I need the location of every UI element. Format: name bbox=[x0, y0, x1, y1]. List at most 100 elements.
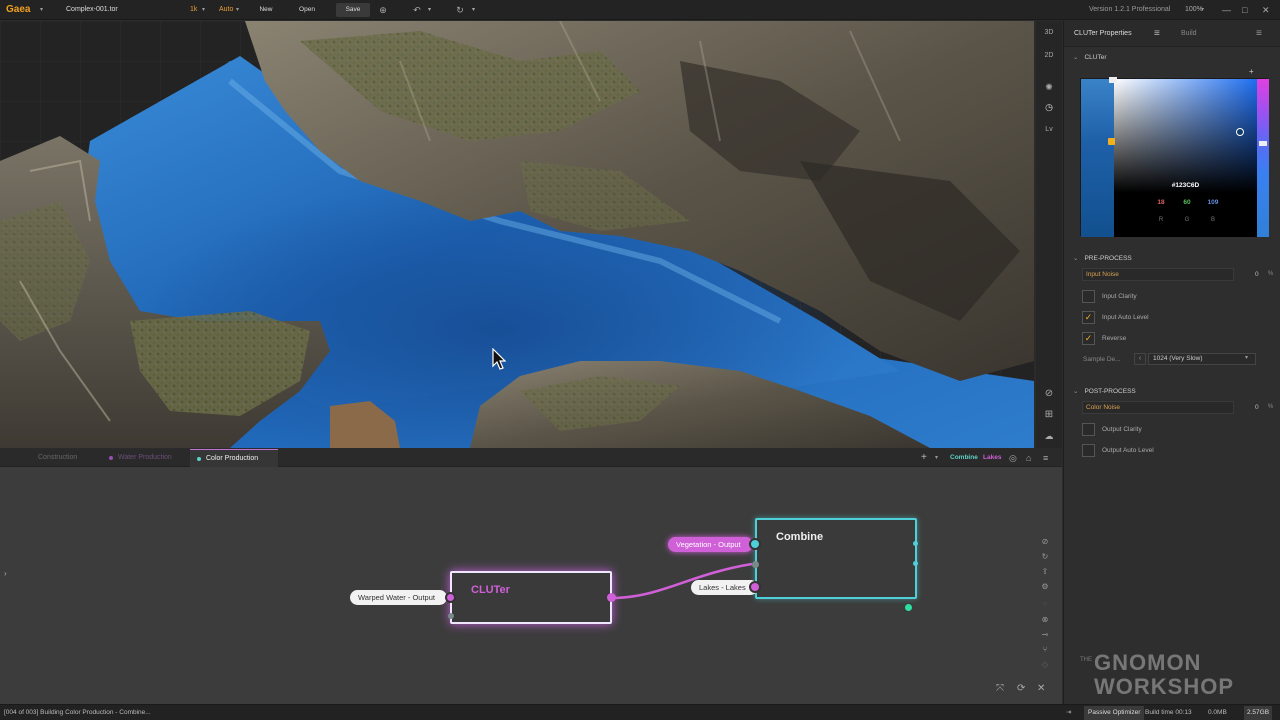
blue-value[interactable]: 109 bbox=[1203, 199, 1223, 206]
tab-water-production-label: Water Production bbox=[118, 454, 172, 461]
zoom-chevron-down-icon[interactable]: ▾ bbox=[1201, 0, 1204, 20]
sample-density-dropdown[interactable]: 1024 (Very Slow) bbox=[1148, 353, 1256, 365]
expand-sidebar-chevron-right-icon[interactable]: › bbox=[4, 569, 7, 578]
add-node-chevron-down-icon[interactable]: ▾ bbox=[935, 449, 938, 467]
collapse-icon[interactable]: ✕ bbox=[1037, 683, 1045, 694]
green-value[interactable]: 60 bbox=[1177, 199, 1197, 206]
lakes-input-pill[interactable]: Lakes - Lakes bbox=[691, 580, 758, 595]
export-icon[interactable]: ⇪ bbox=[1039, 567, 1051, 576]
minimize-icon[interactable]: — bbox=[1222, 0, 1231, 20]
lock-icon[interactable]: ○ bbox=[1039, 599, 1051, 608]
input-auto-level-checkbox[interactable]: ✓ bbox=[1082, 311, 1095, 324]
cluter-node[interactable] bbox=[450, 571, 612, 624]
redo-icon[interactable]: ↻ bbox=[455, 0, 465, 20]
tag-icon[interactable]: ◇ bbox=[1039, 660, 1051, 669]
combine-mask-port[interactable] bbox=[905, 604, 912, 611]
properties-menu-icon[interactable]: ≡ bbox=[1154, 21, 1160, 47]
color-swatch-strip[interactable] bbox=[1081, 79, 1114, 237]
terrain-viewport[interactable] bbox=[0, 21, 1034, 448]
input-noise-field[interactable]: Input Noise bbox=[1082, 268, 1234, 281]
undo-icon[interactable]: ↶ bbox=[412, 0, 422, 20]
mode-chevron-down-icon[interactable]: ▾ bbox=[236, 0, 239, 20]
passive-optimizer-button[interactable]: Passive Optimizer bbox=[1084, 706, 1145, 720]
mode-dropdown[interactable]: Auto bbox=[219, 0, 233, 20]
color-selector-handle[interactable] bbox=[1236, 128, 1244, 136]
add-color-icon[interactable]: + bbox=[1249, 67, 1254, 76]
grid-icon[interactable]: ⊞ bbox=[1036, 409, 1062, 420]
cluter-mask-port[interactable] bbox=[448, 613, 454, 619]
view-lv-button[interactable]: Lv bbox=[1036, 126, 1062, 133]
menu-icon[interactable]: ≡ bbox=[1043, 449, 1048, 467]
resolution-chevron-down-icon[interactable]: ▾ bbox=[202, 0, 205, 20]
section-pre-process[interactable]: ⌄ PRE-PROCESS bbox=[1073, 254, 1132, 262]
vegetation-input-pill[interactable]: Vegetation - Output bbox=[668, 537, 753, 552]
selected-node-combine[interactable]: Combine bbox=[950, 449, 978, 467]
refresh-icon[interactable]: ↻ bbox=[1039, 552, 1051, 561]
input-clarity-checkbox[interactable] bbox=[1082, 290, 1095, 303]
gradient-position-marker[interactable] bbox=[1108, 138, 1115, 145]
undo-chevron-down-icon[interactable]: ▾ bbox=[428, 0, 431, 20]
view-3d-button[interactable]: 3D bbox=[1036, 29, 1062, 36]
redo-chevron-down-icon[interactable]: ▾ bbox=[472, 0, 475, 20]
home-icon[interactable]: ⌂ bbox=[1026, 449, 1031, 467]
key-icon[interactable]: ⊸ bbox=[1039, 630, 1051, 639]
app-menu-chevron-down-icon[interactable]: ▾ bbox=[40, 0, 43, 20]
resolution-dropdown[interactable]: 1k bbox=[190, 0, 197, 20]
chevron-left-icon[interactable]: ‹ bbox=[1134, 353, 1146, 365]
terrain-render bbox=[0, 21, 1034, 448]
color-noise-value[interactable]: 0 bbox=[1255, 404, 1259, 411]
tab-color-production[interactable]: Color Production bbox=[190, 449, 278, 467]
sun-icon[interactable]: ✺ bbox=[1036, 82, 1062, 93]
cloud-icon[interactable]: ☁ bbox=[1036, 431, 1062, 442]
selected-node-lakes[interactable]: Lakes bbox=[983, 449, 1001, 467]
hex-value[interactable]: #123C6D bbox=[1114, 182, 1257, 189]
chevron-down-icon[interactable]: ▾ bbox=[1245, 354, 1248, 361]
disable-icon[interactable]: ⊘ bbox=[1039, 537, 1051, 546]
play-icon[interactable]: ⇥ bbox=[1066, 705, 1071, 720]
section-post-process[interactable]: ⌄ POST-PROCESS bbox=[1073, 387, 1136, 395]
warped-water-input-pill[interactable]: Warped Water - Output bbox=[350, 590, 447, 605]
properties-title[interactable]: CLUTer Properties bbox=[1074, 21, 1132, 47]
hue-slider[interactable] bbox=[1257, 79, 1269, 237]
save-button[interactable]: Save bbox=[336, 3, 370, 17]
tab-water-production[interactable]: Water Production bbox=[104, 449, 190, 467]
combine-output-port-2[interactable] bbox=[913, 561, 918, 566]
color-picker[interactable]: #123C6D 18 60 109 R G B bbox=[1080, 77, 1269, 237]
link-icon[interactable]: ⊗ bbox=[1039, 615, 1051, 624]
combine-input-port-3[interactable] bbox=[749, 581, 761, 593]
section-cluter[interactable]: ⌄ CLUTer bbox=[1073, 53, 1107, 61]
saturation-value-area[interactable] bbox=[1114, 79, 1257, 237]
reset-view-icon[interactable]: ⟳ bbox=[1017, 683, 1025, 694]
combine-output-port-1[interactable] bbox=[913, 541, 918, 546]
new-button[interactable]: New bbox=[252, 3, 280, 17]
fit-view-icon[interactable]: ⤧ bbox=[996, 683, 1004, 694]
cluter-input-port[interactable] bbox=[445, 592, 456, 603]
compass-icon[interactable]: ⊘ bbox=[1036, 388, 1062, 399]
open-button[interactable]: Open bbox=[292, 3, 322, 17]
input-noise-value[interactable]: 0 bbox=[1255, 271, 1259, 278]
color-noise-field[interactable]: Color Noise bbox=[1082, 401, 1234, 414]
cluter-output-port[interactable] bbox=[607, 593, 616, 602]
red-value[interactable]: 18 bbox=[1151, 199, 1171, 206]
combine-input-port-2[interactable] bbox=[752, 561, 759, 568]
hue-slider-handle[interactable] bbox=[1259, 141, 1267, 146]
view-2d-button[interactable]: 2D bbox=[1036, 52, 1062, 59]
output-clarity-checkbox[interactable] bbox=[1082, 423, 1095, 436]
maximize-icon[interactable]: □ bbox=[1242, 0, 1247, 20]
gradient-stop-marker[interactable] bbox=[1109, 77, 1117, 83]
reverse-checkbox[interactable]: ✓ bbox=[1082, 332, 1095, 345]
settings-icon[interactable]: ⚙ bbox=[1039, 582, 1051, 591]
tab-construction[interactable]: Construction bbox=[18, 449, 104, 467]
build-menu-icon[interactable]: ≡ bbox=[1256, 21, 1262, 47]
clock-icon[interactable]: ◷ bbox=[1036, 102, 1062, 113]
add-node-icon[interactable]: + bbox=[921, 449, 927, 467]
close-icon[interactable]: ✕ bbox=[1262, 0, 1270, 20]
node-graph[interactable]: Construction Water Production Color Prod… bbox=[0, 449, 1062, 704]
output-auto-level-checkbox[interactable] bbox=[1082, 444, 1095, 457]
branch-icon[interactable]: ⑂ bbox=[1039, 645, 1051, 654]
build-tab[interactable]: Build bbox=[1181, 21, 1197, 47]
add-circle-icon[interactable]: ⊕ bbox=[378, 0, 388, 20]
app-logo[interactable]: Gaea bbox=[6, 0, 30, 20]
combine-input-port-1[interactable] bbox=[749, 538, 761, 550]
target-icon[interactable]: ◎ bbox=[1009, 449, 1017, 467]
